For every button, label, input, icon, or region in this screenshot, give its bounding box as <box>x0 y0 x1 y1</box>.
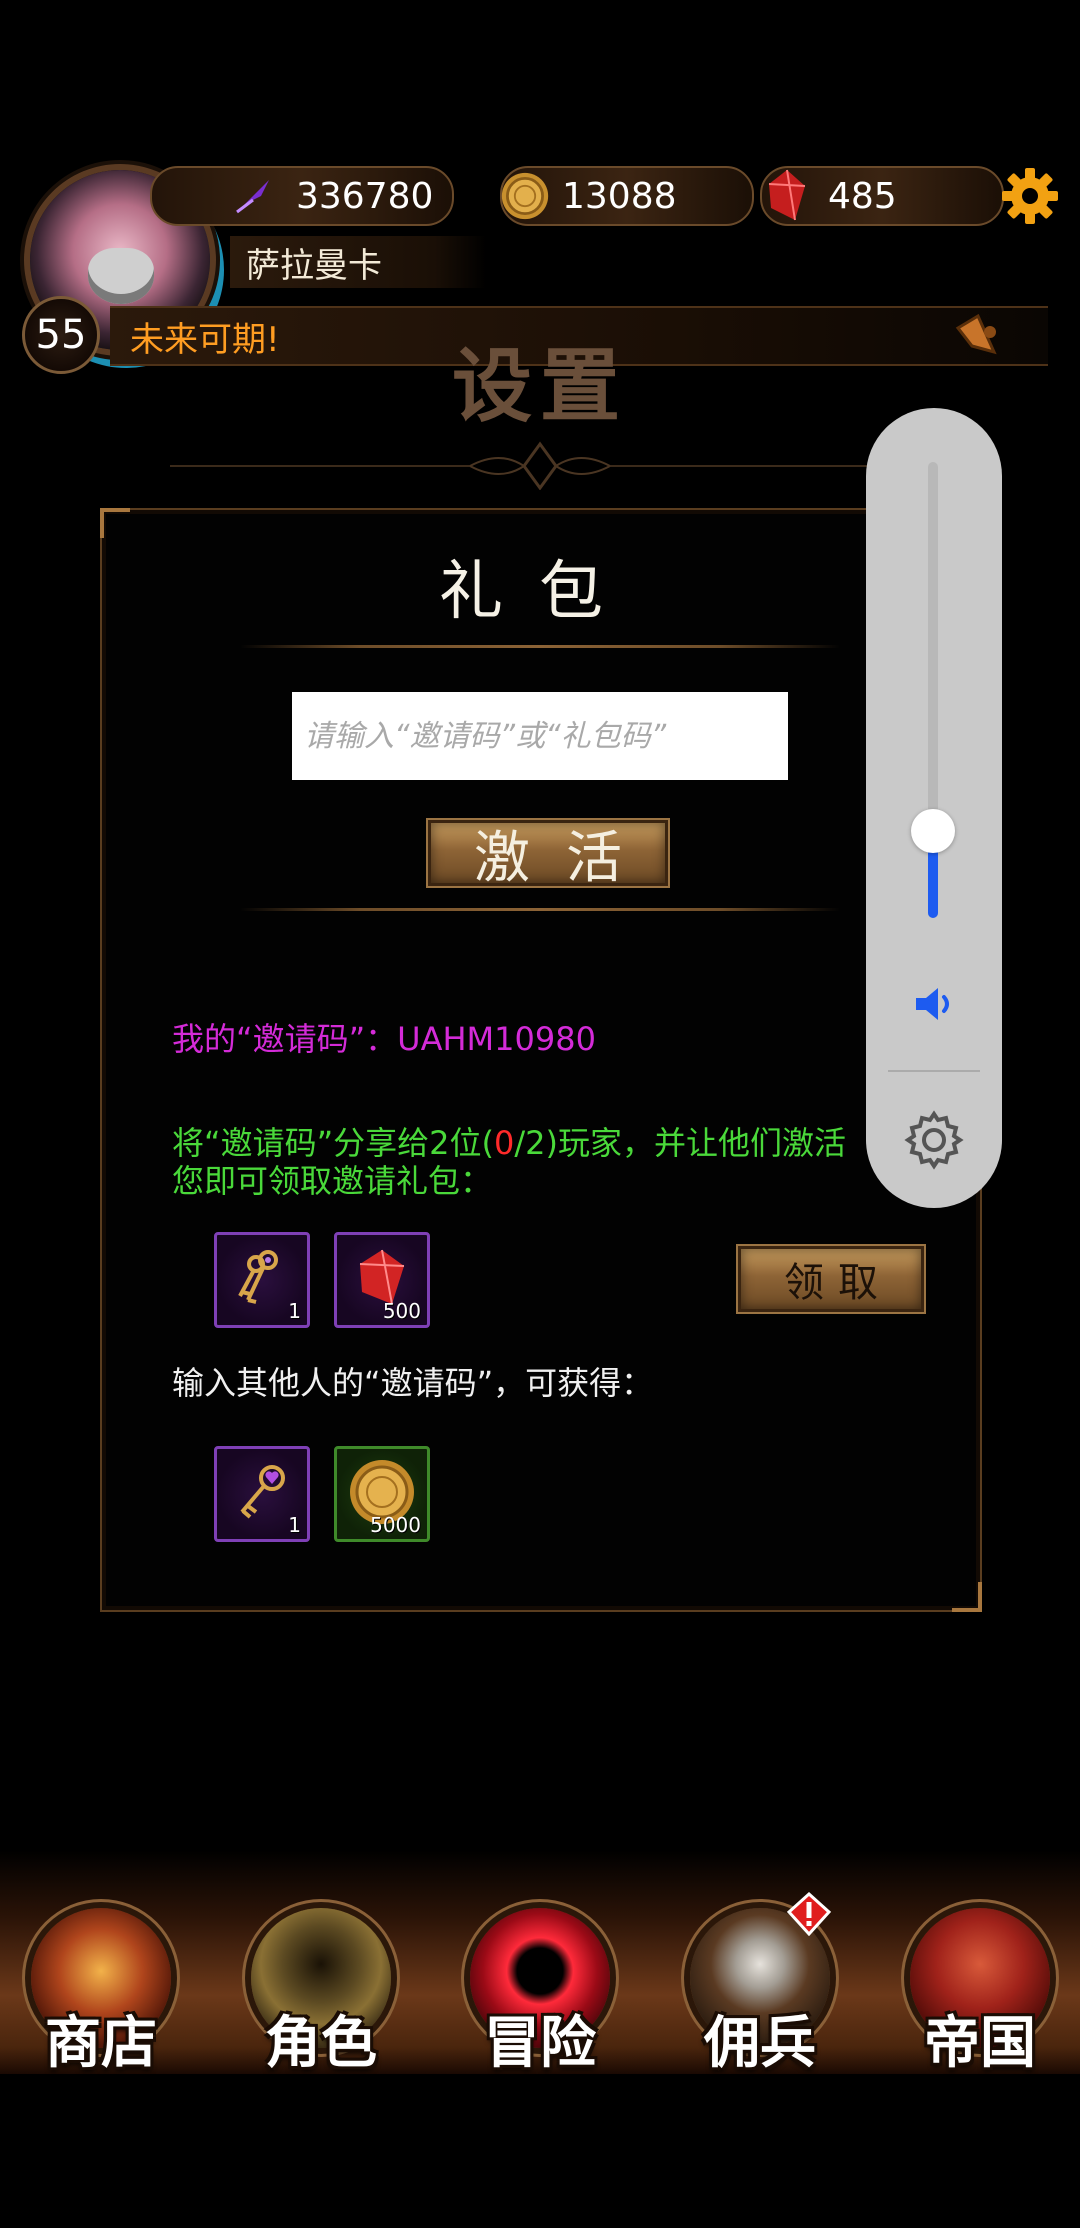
volume-separator <box>888 1070 980 1072</box>
volume-slider-thumb[interactable] <box>911 809 955 853</box>
nav-adventure-label: 冒险 <box>484 2010 596 2076</box>
activate-button[interactable]: 激活 <box>428 820 668 891</box>
sound-settings-gear-icon[interactable] <box>902 1108 966 1172</box>
reward-slot-gems[interactable]: 500 <box>334 1232 430 1328</box>
reward-count: 5000 <box>370 1513 421 1537</box>
panel-corner-ornament <box>952 1582 982 1612</box>
nav-shop[interactable]: 商店 <box>16 1900 186 2076</box>
activate-button-label: 激活 <box>474 825 658 891</box>
alert-badge-icon <box>786 1891 832 1937</box>
exp-resource-bar[interactable]: 336780 <box>150 166 454 226</box>
speaker-icon[interactable] <box>910 980 958 1028</box>
share-text-after: /2)玩家，并让他们激活 <box>514 1124 847 1162</box>
exp-value: 336780 <box>296 175 434 217</box>
reward-slot-heart-key[interactable]: 1 <box>214 1446 310 1542</box>
gold-value: 13088 <box>562 175 677 217</box>
panel-corner-ornament <box>100 508 130 538</box>
nav-character-label: 角色 <box>265 2010 377 2076</box>
reward-slot-gold[interactable]: 5000 <box>334 1446 430 1542</box>
red-gem-icon <box>762 169 812 221</box>
gold-resource-bar[interactable]: 13088 <box>500 166 754 226</box>
my-invite-code: 我的“邀请码”：UAHM10980 <box>172 1020 596 1058</box>
title-ornament <box>170 440 910 491</box>
purple-feather-icon <box>228 171 278 221</box>
reward-slot-keys[interactable]: 1 <box>214 1232 310 1328</box>
input-others-text: 输入其他人的“邀请码”，可获得： <box>172 1364 654 1402</box>
avatar-face-mask <box>88 248 154 304</box>
share-text-line2: 您即可领取邀请礼包： <box>172 1162 493 1200</box>
nav-adventure[interactable]: 冒险 <box>455 1900 625 2076</box>
nav-mercenary[interactable]: 佣兵 <box>675 1891 845 2076</box>
panel-divider <box>240 645 840 648</box>
gift-code-input[interactable] <box>292 692 788 780</box>
nav-empire[interactable]: 帝国 <box>895 1900 1065 2076</box>
claim-button-label: 领取 <box>784 1260 892 1306</box>
gem-value: 485 <box>828 175 897 217</box>
reward-count: 500 <box>382 1299 421 1323</box>
claim-button[interactable]: 领取 <box>738 1246 924 1312</box>
reward-count: 1 <box>288 1513 301 1537</box>
nav-mercenary-label: 佣兵 <box>704 2010 816 2076</box>
gold-coin-icon <box>500 171 550 221</box>
settings-gear-icon[interactable] <box>1000 166 1060 226</box>
panel-divider <box>240 908 840 911</box>
share-progress: 0 <box>494 1124 515 1162</box>
reward-count: 1 <box>288 1299 301 1323</box>
keys-bundle-icon <box>230 1246 294 1314</box>
nav-character[interactable]: 角色 <box>236 1900 406 2076</box>
share-text-before: 将“邀请码”分享给2位( <box>172 1124 495 1162</box>
share-invite-text: 将“邀请码”分享给2位(0/2)玩家，并让他们激活 您即可领取邀请礼包： <box>172 1124 872 1200</box>
gift-panel-title: 礼包 <box>439 555 639 629</box>
nav-shop-label: 商店 <box>45 2010 157 2076</box>
volume-overlay <box>866 408 1002 1208</box>
gem-resource-bar[interactable]: 485 <box>760 166 1004 226</box>
player-name: 萨拉曼卡 <box>230 236 486 288</box>
heart-key-icon <box>230 1460 294 1528</box>
nav-empire-label: 帝国 <box>924 2010 1036 2076</box>
